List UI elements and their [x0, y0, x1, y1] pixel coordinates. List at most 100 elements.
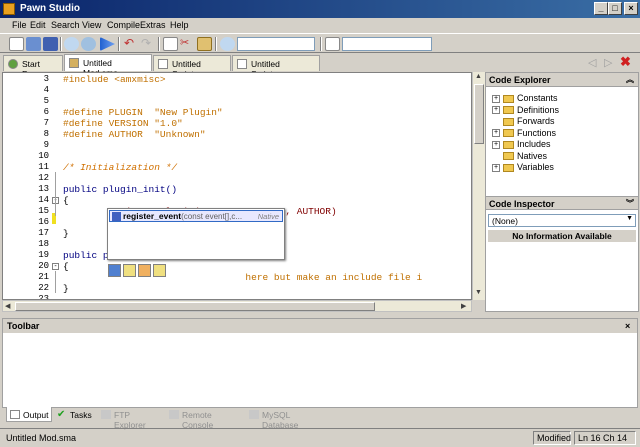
filter-constants-icon[interactable] — [138, 264, 151, 277]
tree-item[interactable]: Natives — [492, 151, 547, 162]
database-icon — [249, 410, 259, 419]
find-icon[interactable] — [64, 37, 79, 51]
scroll-thumb[interactable] — [15, 302, 375, 311]
code-line[interactable]: public p — [63, 250, 109, 261]
tab-untitled-mod[interactable]: Untitled Mod.sma — [64, 54, 152, 78]
menu-compile[interactable]: Compile — [107, 20, 140, 30]
back-arrow-icon[interactable]: ◁ — [588, 56, 596, 69]
scroll-right-icon[interactable]: ▶ — [461, 302, 466, 310]
main-toolbar: ↶ ↷ ✂ — [0, 33, 640, 53]
menu-file[interactable]: File — [12, 20, 27, 30]
line-number: 18 — [38, 239, 49, 249]
scroll-up-icon[interactable]: ▲ — [475, 73, 482, 80]
goto-line-input[interactable] — [342, 37, 432, 51]
filter-natives-icon[interactable] — [108, 264, 121, 277]
bottom-tabs: Output ✔ Tasks FTP Explorer Remote Conso… — [2, 407, 638, 430]
status-bar: Untitled Mod.sma Modified Ln 16 Ch 14 — [0, 428, 640, 447]
code-line[interactable]: #define VERSION "1.0" — [63, 118, 183, 129]
editor-horizontal-scrollbar[interactable]: ◀ ▶ — [2, 300, 472, 312]
search-icon — [220, 37, 235, 51]
chevron-down-icon[interactable]: ▼ — [626, 215, 633, 222]
tab-ftp-explorer[interactable]: FTP Explorer — [98, 407, 164, 430]
code-line[interactable]: #define AUTHOR "Unknown" — [63, 129, 206, 140]
fold-toggle-icon[interactable]: - — [52, 263, 59, 270]
collapse-icon[interactable]: ︽ — [626, 74, 634, 85]
minimize-button[interactable]: _ — [594, 2, 608, 15]
code-line[interactable]: /* Initialization */ — [63, 162, 177, 173]
tree-item-label: Natives — [517, 150, 548, 161]
tab-untitled-script-pwn[interactable]: Untitled Script.pwn — [232, 55, 320, 79]
expand-icon[interactable]: + — [492, 140, 500, 149]
tree-item[interactable]: + Definitions — [492, 105, 559, 116]
line-number: 17 — [38, 228, 49, 238]
tab-untitled-script-sp[interactable]: Untitled Script.sp — [153, 55, 231, 79]
tasks-check-icon: ✔ — [57, 409, 66, 420]
expand-icon[interactable]: + — [492, 106, 500, 115]
btab-label: Output — [23, 410, 49, 420]
autocomplete-item[interactable]: register_event(const event[],c... Native — [109, 210, 283, 222]
expand-icon — [492, 117, 500, 126]
tree-item[interactable]: + Variables — [492, 162, 554, 173]
collapse-icon[interactable]: ︾ — [626, 198, 634, 209]
tab-remote-console[interactable]: Remote Console — [166, 407, 244, 430]
scroll-down-icon[interactable]: ▼ — [475, 289, 482, 296]
cut-icon[interactable]: ✂ — [180, 37, 195, 51]
document-tabs: Start Page Untitled Mod.sma Untitled Scr… — [0, 53, 640, 79]
code-editor[interactable]: 345678910111213141516171819202122232425 … — [2, 72, 472, 300]
editor-vertical-scrollbar[interactable]: ▲ ▼ — [472, 72, 485, 300]
tab-output[interactable]: Output — [6, 407, 52, 422]
close-tab-icon[interactable]: ✖ — [620, 54, 631, 70]
btab-label: Remote Console — [182, 410, 214, 430]
menu-help[interactable]: Help — [170, 20, 189, 30]
code-line[interactable]: } — [63, 228, 69, 239]
filter-variables-icon[interactable] — [153, 264, 166, 277]
expand-icon[interactable]: + — [492, 129, 500, 138]
find-next-icon[interactable] — [81, 37, 96, 51]
tree-item[interactable]: + Includes — [492, 139, 551, 150]
code-inspector-select[interactable]: (None) ▼ — [488, 214, 636, 227]
tab-start-page[interactable]: Start Page — [3, 55, 63, 79]
close-button[interactable]: × — [624, 2, 638, 15]
forward-arrow-icon[interactable]: ▷ — [604, 56, 612, 69]
tab-tasks[interactable]: ✔ Tasks — [54, 407, 96, 422]
paste-icon[interactable] — [197, 37, 212, 51]
tree-item[interactable]: + Functions — [492, 128, 556, 139]
expand-icon[interactable]: + — [492, 163, 500, 172]
menu-extras[interactable]: Extras — [140, 20, 166, 30]
code-line[interactable]: } — [63, 283, 69, 294]
redo-icon[interactable]: ↷ — [141, 37, 156, 51]
tree-item[interactable]: Forwards — [492, 116, 555, 127]
line-number: 15 — [38, 206, 49, 216]
code-line[interactable]: #define PLUGIN "New Plugin" — [63, 107, 223, 118]
scroll-thumb[interactable] — [474, 84, 484, 144]
menu-view[interactable]: View — [82, 20, 101, 30]
compile-run-icon[interactable] — [100, 37, 115, 51]
line-number: 5 — [43, 96, 49, 106]
save-icon[interactable] — [43, 37, 58, 51]
tree-item[interactable]: + Constants — [492, 93, 558, 104]
line-number: 13 — [38, 184, 49, 194]
undo-icon[interactable]: ↶ — [124, 37, 139, 51]
code-line[interactable]: public plugin_init() — [63, 184, 177, 195]
menu-edit[interactable]: Edit — [30, 20, 46, 30]
expand-icon[interactable]: + — [492, 94, 500, 103]
code-line[interactable]: { — [63, 261, 69, 272]
search-input[interactable] — [237, 37, 315, 51]
code-line[interactable]: #include <amxmisc> — [63, 74, 166, 85]
line-number: 9 — [43, 140, 49, 150]
autocomplete-popup[interactable]: register_event(const event[],c... Native — [107, 208, 285, 277]
close-icon[interactable]: × — [625, 321, 630, 331]
scroll-left-icon[interactable]: ◀ — [5, 302, 10, 310]
line-number: 7 — [43, 118, 49, 128]
toolbar-separator — [215, 37, 217, 51]
new-file-icon[interactable] — [9, 37, 24, 51]
copy-icon[interactable] — [163, 37, 178, 51]
filter-functions-icon[interactable] — [123, 264, 136, 277]
open-file-icon[interactable] — [26, 37, 41, 51]
code-line[interactable]: { — [63, 195, 69, 206]
maximize-button[interactable]: □ — [608, 2, 622, 15]
menu-search[interactable]: Search — [51, 20, 80, 30]
autocomplete-params: (const event[],c... — [181, 212, 243, 221]
folder-icon — [503, 152, 514, 161]
tab-mysql-database[interactable]: MySQL Database — [246, 407, 328, 430]
